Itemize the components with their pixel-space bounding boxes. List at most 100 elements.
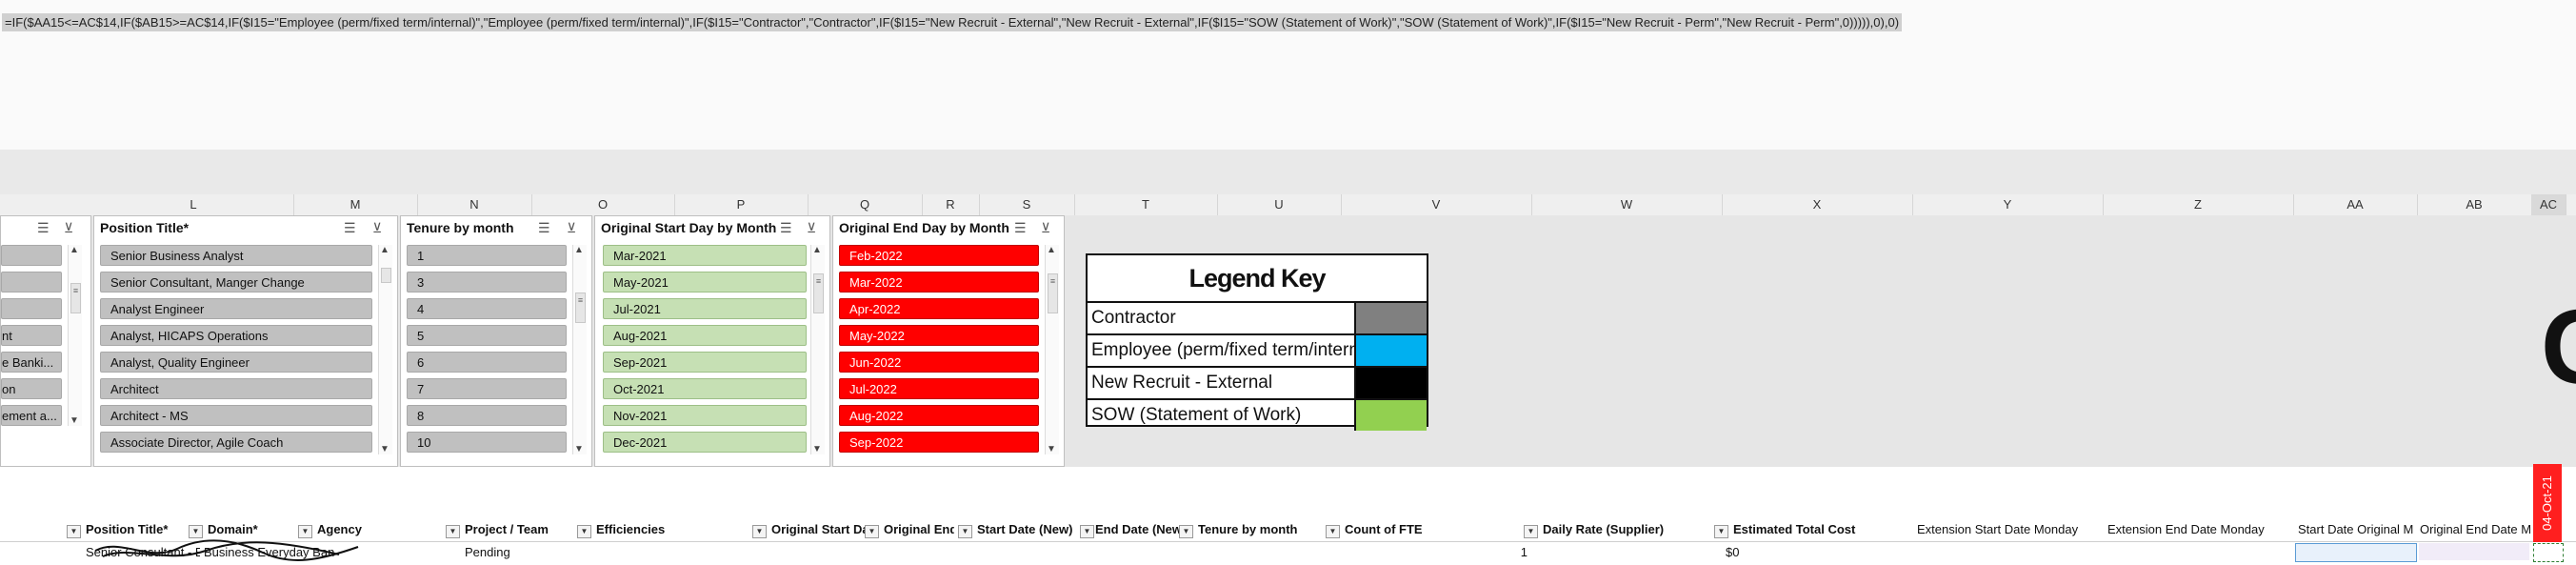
column-header-l[interactable]: L	[93, 194, 294, 215]
header-estimated-total-cost[interactable]: Estimated Total Cost	[1733, 520, 1905, 539]
cell-estimated-total-cost[interactable]: $0	[1726, 542, 1821, 562]
slicer-item[interactable]: Jul-2021	[603, 298, 807, 319]
clear-filter-icon[interactable]: ⊻	[567, 220, 576, 236]
column-header-p[interactable]: P	[674, 194, 809, 215]
slicer-item[interactable]	[1, 272, 62, 293]
slicer-item[interactable]: Sep-2021	[603, 352, 807, 373]
filter-dropdown-button[interactable]: ▼	[958, 525, 972, 538]
header-daily-rate[interactable]: Daily Rate (Supplier)	[1543, 520, 1714, 539]
column-header-m[interactable]: M	[293, 194, 418, 215]
multi-select-icon[interactable]: ☰	[538, 220, 550, 236]
multi-select-icon[interactable]: ☰	[1014, 220, 1027, 236]
filter-dropdown-button[interactable]: ▼	[1326, 525, 1340, 538]
slicer-item[interactable]: Apr-2022	[839, 298, 1039, 319]
filter-dropdown-button[interactable]: ▼	[1080, 525, 1094, 538]
slicer-item[interactable]: May-2021	[603, 272, 807, 293]
active-cell[interactable]	[2533, 543, 2564, 562]
header-extension-end[interactable]: Extension End Date Monday	[2107, 520, 2288, 539]
slicer-item[interactable]: Analyst, Quality Engineer	[100, 352, 372, 373]
column-header-ab[interactable]: AB	[2417, 194, 2532, 215]
slicer-item[interactable]: Sep-2022	[839, 432, 1039, 453]
slicer-item[interactable]: Oct-2021	[603, 378, 807, 399]
clear-filter-icon[interactable]: ⊻	[1041, 220, 1050, 236]
column-header-t[interactable]: T	[1074, 194, 1218, 215]
multi-select-icon[interactable]: ☰	[37, 220, 50, 236]
slicer-item[interactable]: Senior Business Analyst	[100, 245, 372, 266]
column-header-n[interactable]: N	[417, 194, 532, 215]
header-original-end-date-m[interactable]: Original End Date M	[2420, 520, 2530, 539]
multi-select-icon[interactable]: ☰	[344, 220, 356, 236]
slicer-item[interactable]: Mar-2022	[839, 272, 1039, 293]
header-original-start[interactable]: Original Start Da	[771, 520, 876, 539]
filter-dropdown-button[interactable]: ▼	[577, 525, 591, 538]
slicer-item[interactable]: Analyst, HICAPS Operations	[100, 325, 372, 346]
slicer-item[interactable]	[1, 298, 62, 319]
filter-dropdown-button[interactable]: ▼	[1179, 525, 1193, 538]
slicer-item[interactable]: 6	[407, 352, 567, 373]
filter-dropdown-button[interactable]: ▼	[1714, 525, 1728, 538]
column-header-v[interactable]: V	[1341, 194, 1532, 215]
slicer-item[interactable]: Nov-2021	[603, 405, 807, 426]
slicer-item[interactable]: Dec-2021	[603, 432, 807, 453]
header-end-date-new[interactable]: End Date (New	[1095, 520, 1185, 539]
slicer-item[interactable]: Feb-2022	[839, 245, 1039, 266]
clear-filter-icon[interactable]: ⊻	[64, 220, 73, 236]
slicer-item[interactable]: Senior Consultant, Manger Change	[100, 272, 372, 293]
filter-dropdown-button[interactable]: ▼	[865, 525, 879, 538]
column-header-s[interactable]: S	[979, 194, 1075, 215]
slicer-item[interactable]: May-2022	[839, 325, 1039, 346]
column-header-u[interactable]: U	[1217, 194, 1342, 215]
filter-dropdown-button[interactable]: ▼	[446, 525, 460, 538]
slicer-item[interactable]: Jun-2022	[839, 352, 1039, 373]
slicer-item[interactable]: 5	[407, 325, 567, 346]
slicer-item[interactable]: 8	[407, 405, 567, 426]
formula-bar-text[interactable]: =IF($AA15<=AC$14,IF($AB15>=AC$14,IF($I15…	[2, 13, 1903, 31]
slicer-item[interactable]: ement a...	[1, 405, 62, 426]
header-extension-start[interactable]: Extension Start Date Monday	[1917, 520, 2098, 539]
clear-filter-icon[interactable]: ⊻	[807, 220, 816, 236]
header-project-team[interactable]: Project / Team	[465, 520, 569, 539]
slicer-item[interactable]: Mar-2021	[603, 245, 807, 266]
column-header-ac[interactable]: AC	[2531, 194, 2566, 215]
clear-filter-icon[interactable]: ⊻	[372, 220, 382, 236]
slicer-item[interactable]: Aug-2021	[603, 325, 807, 346]
slicer-item[interactable]	[1, 245, 62, 266]
slicer-item[interactable]: 4	[407, 298, 567, 319]
slicer-item[interactable]: Architect - MS	[100, 405, 372, 426]
filter-dropdown-button[interactable]: ▼	[67, 525, 81, 538]
multi-select-icon[interactable]: ☰	[780, 220, 792, 236]
slicer-scrollbar[interactable]: ▲ ≡ ▼	[68, 245, 82, 426]
cell-original-end-date[interactable]	[2419, 543, 2529, 560]
slicer-item[interactable]: nt	[1, 325, 62, 346]
header-original-end[interactable]: Original End	[884, 520, 954, 539]
slicer-item[interactable]: 10	[407, 432, 567, 453]
slicer-item[interactable]: Jul-2022	[839, 378, 1039, 399]
slicer-item[interactable]: Analyst Engineer	[100, 298, 372, 319]
header-efficiencies[interactable]: Efficiencies	[596, 520, 749, 539]
slicer-item[interactable]: 7	[407, 378, 567, 399]
column-header-y[interactable]: Y	[1912, 194, 2104, 215]
slicer-scrollbar[interactable]: ▲ ≡ ▼	[810, 245, 825, 454]
cell-project-team[interactable]: Pending	[465, 542, 569, 562]
column-header-z[interactable]: Z	[2103, 194, 2294, 215]
column-header-q[interactable]: Q	[808, 194, 923, 215]
slicer-item[interactable]: e Banki...	[1, 352, 62, 373]
slicer-item[interactable]: 3	[407, 272, 567, 293]
date-header-cell[interactable]: 04-Oct-21	[2533, 464, 2562, 542]
header-start-date-new[interactable]: Start Date (New)	[977, 520, 1082, 539]
cell-count-fte[interactable]: 1	[1345, 542, 1528, 562]
slicer-item[interactable]: Architect	[100, 378, 372, 399]
header-count-fte[interactable]: Count of FTE	[1345, 520, 1478, 539]
column-header-o[interactable]: O	[531, 194, 675, 215]
column-header-r[interactable]: R	[922, 194, 980, 215]
slicer-item[interactable]: on	[1, 378, 62, 399]
filter-dropdown-button[interactable]: ▼	[752, 525, 767, 538]
slicer-item[interactable]: Aug-2022	[839, 405, 1039, 426]
cell-start-date-original[interactable]	[2295, 543, 2417, 562]
filter-dropdown-button[interactable]: ▼	[1524, 525, 1538, 538]
column-header-x[interactable]: X	[1722, 194, 1913, 215]
slicer-scrollbar[interactable]: ▲ ≡ ▼	[572, 245, 587, 454]
header-start-date-original-m[interactable]: Start Date Original M	[2298, 520, 2416, 539]
column-header-aa[interactable]: AA	[2293, 194, 2418, 215]
slicer-scrollbar[interactable]: ▲ ▼	[378, 245, 392, 454]
